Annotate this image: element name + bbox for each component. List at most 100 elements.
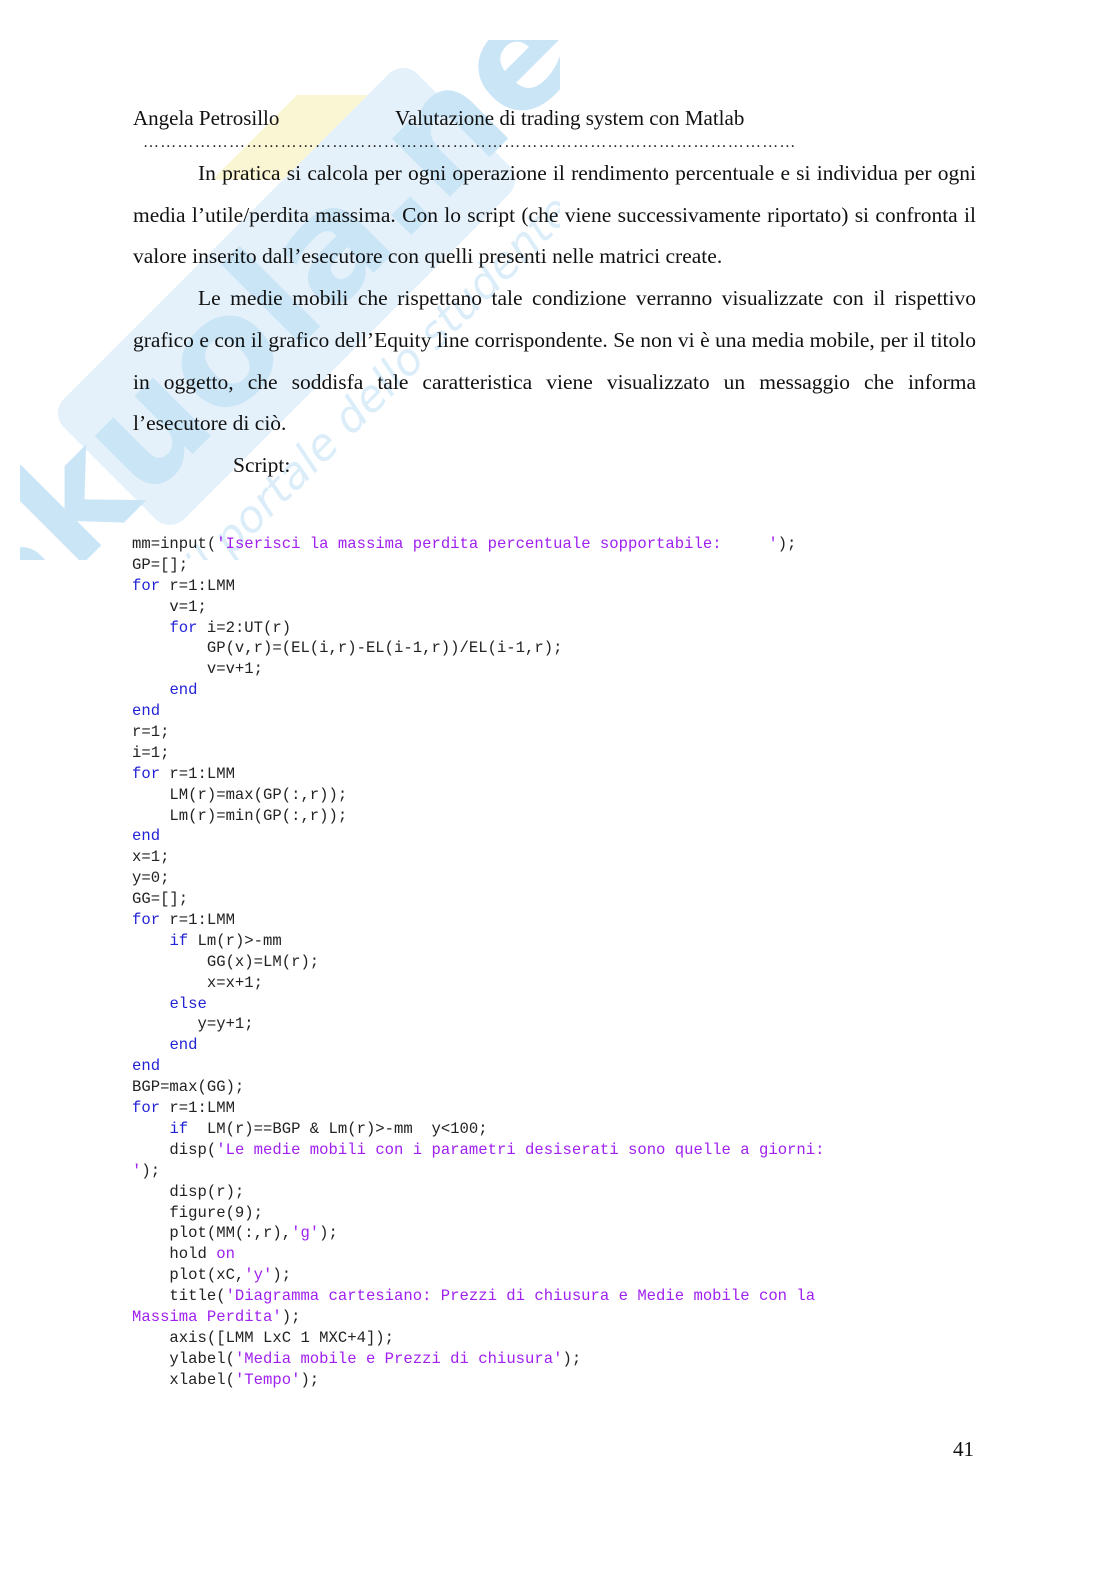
code-text: );	[777, 535, 797, 553]
code-line: end	[132, 1056, 992, 1077]
header-author: Angela Petrosillo	[133, 106, 280, 130]
paragraph: In pratica si calcola per ogni operazion…	[133, 161, 976, 269]
paragraph: Le medie mobili che rispettano tale cond…	[133, 286, 976, 436]
code-line: axis([LMM LxC 1 MXC+4]);	[132, 1328, 992, 1349]
code-line: v=1;	[132, 597, 992, 618]
code-line: LM(r)=max(GP(:,r));	[132, 785, 992, 806]
code-text: LM(r)=max(GP(:,r));	[132, 785, 348, 804]
code-text: v=v+1;	[132, 660, 264, 679]
code-string: 'Le medie mobili con i parametri desiser…	[216, 1140, 825, 1159]
code-text: y=y+1;	[132, 1015, 254, 1034]
code-text: Lm(r)=min(GP(:,r));	[132, 806, 348, 825]
code-text: Lm(r)>-mm	[188, 931, 282, 950]
code-text: r=1:LMM	[160, 576, 235, 595]
code-line: title('Diagramma cartesiano: Prezzi di c…	[132, 1286, 992, 1307]
code-string: 'Tempo'	[234, 1370, 301, 1389]
code-keyword: if	[169, 1119, 189, 1138]
code-keyword: end	[132, 702, 161, 721]
code-text: );	[562, 1349, 582, 1368]
code-line: if Lm(r)>-mm	[132, 931, 992, 952]
code-keyword: end	[132, 1057, 161, 1076]
code-text: LM(r)==BGP & Lm(r)>-mm y<100;	[188, 1119, 488, 1138]
code-line: GP=[];	[132, 555, 992, 576]
code-line: Lm(r)=min(GP(:,r));	[132, 806, 992, 827]
code-text: disp(r);	[132, 1182, 245, 1201]
code-text: i=2:UT(r)	[197, 618, 292, 637]
header-title: Valutazione di trading system con Matlab	[395, 106, 745, 130]
code-string: 'Iserisci la massima perdita percentuale…	[216, 535, 778, 553]
code-text: );	[319, 1224, 338, 1243]
code-text: );	[141, 1161, 161, 1180]
code-line: BGP=max(GG);	[132, 1077, 992, 1098]
code-string: on	[216, 1245, 235, 1264]
code-keyword: for	[132, 1099, 161, 1118]
code-text: GG(x)=LM(r);	[132, 952, 320, 971]
code-text: ylabel(	[132, 1349, 235, 1368]
code-text: hold	[132, 1245, 217, 1264]
code-keyword: end	[169, 1036, 198, 1055]
code-text: x=1;	[132, 848, 170, 867]
code-text: r=1:LMM	[160, 1099, 235, 1118]
code-line: ');	[132, 1161, 992, 1182]
body-text: In pratica si calcola per ogni operazion…	[133, 153, 976, 487]
code-text: mm=input(	[132, 535, 217, 553]
page-number: 41	[953, 1437, 974, 1461]
code-keyword: for	[132, 764, 161, 783]
code-text: plot(MM(:,r),	[132, 1224, 292, 1243]
code-text: figure(9);	[132, 1203, 264, 1222]
code-text: r=1;	[132, 723, 170, 742]
code-string: 'y'	[244, 1266, 273, 1285]
code-text: GG=[];	[132, 890, 189, 909]
code-text: plot(xC,	[132, 1266, 245, 1285]
code-line: for r=1:LMM	[132, 764, 992, 785]
code-text: xlabel(	[132, 1370, 235, 1389]
code-line: GP(v,r)=(EL(i,r)-EL(i-1,r))/EL(i-1,r);	[132, 638, 992, 659]
code-line: mm=input('Iserisci la massima perdita pe…	[132, 534, 992, 555]
code-line: for r=1:LMM	[132, 910, 992, 931]
code-line: y=0;	[132, 868, 992, 889]
code-string: Massima Perdita'	[132, 1307, 282, 1326]
code-string: 'Diagramma cartesiano: Prezzi di chiusur…	[225, 1287, 816, 1306]
code-line: r=1;	[132, 722, 992, 743]
code-line: x=1;	[132, 847, 992, 868]
code-text: );	[281, 1307, 301, 1326]
code-text: title(	[132, 1287, 226, 1306]
code-line: Massima Perdita');	[132, 1307, 992, 1328]
code-line: end	[132, 680, 992, 701]
matlab-code-listing: mm=input('Iserisci la massima perdita pe…	[132, 534, 992, 1391]
code-line: GG=[];	[132, 889, 992, 910]
code-keyword: end	[132, 827, 161, 846]
code-line: for i=2:UT(r)	[132, 618, 992, 639]
code-line: end	[132, 1035, 992, 1056]
code-keyword: for	[132, 911, 161, 930]
header-separator: ……………………………………………………………………………………………………	[143, 134, 797, 151]
code-line: plot(MM(:,r),'g');	[132, 1223, 992, 1244]
code-line: figure(9);	[132, 1203, 992, 1224]
code-text: i=1;	[132, 743, 170, 762]
code-text: );	[300, 1370, 320, 1389]
code-line: i=1;	[132, 743, 992, 764]
code-line: end	[132, 826, 992, 847]
code-text: );	[272, 1266, 292, 1285]
code-line: x=x+1;	[132, 973, 992, 994]
code-text: y=0;	[132, 869, 170, 888]
code-text: GP(v,r)=(EL(i,r)-EL(i-1,r))/EL(i-1,r);	[132, 639, 563, 658]
code-keyword: for	[132, 576, 161, 595]
code-line: ylabel('Media mobile e Prezzi di chiusur…	[132, 1349, 992, 1370]
code-line: end	[132, 701, 992, 722]
code-text: v=1;	[132, 597, 207, 616]
code-line: else	[132, 994, 992, 1015]
script-label: Script:	[233, 452, 291, 477]
document-page: Skuola.net il portale dello studente Ang…	[0, 0, 1116, 1579]
code-line: disp('Le medie mobili con i parametri de…	[132, 1140, 992, 1161]
code-text: axis([LMM LxC 1 MXC+4]);	[132, 1328, 395, 1347]
code-text: BGP=max(GG);	[132, 1078, 245, 1097]
code-line: disp(r);	[132, 1182, 992, 1203]
code-keyword: else	[169, 994, 207, 1013]
code-keyword: end	[169, 681, 198, 700]
code-text: x=x+1;	[132, 973, 264, 992]
